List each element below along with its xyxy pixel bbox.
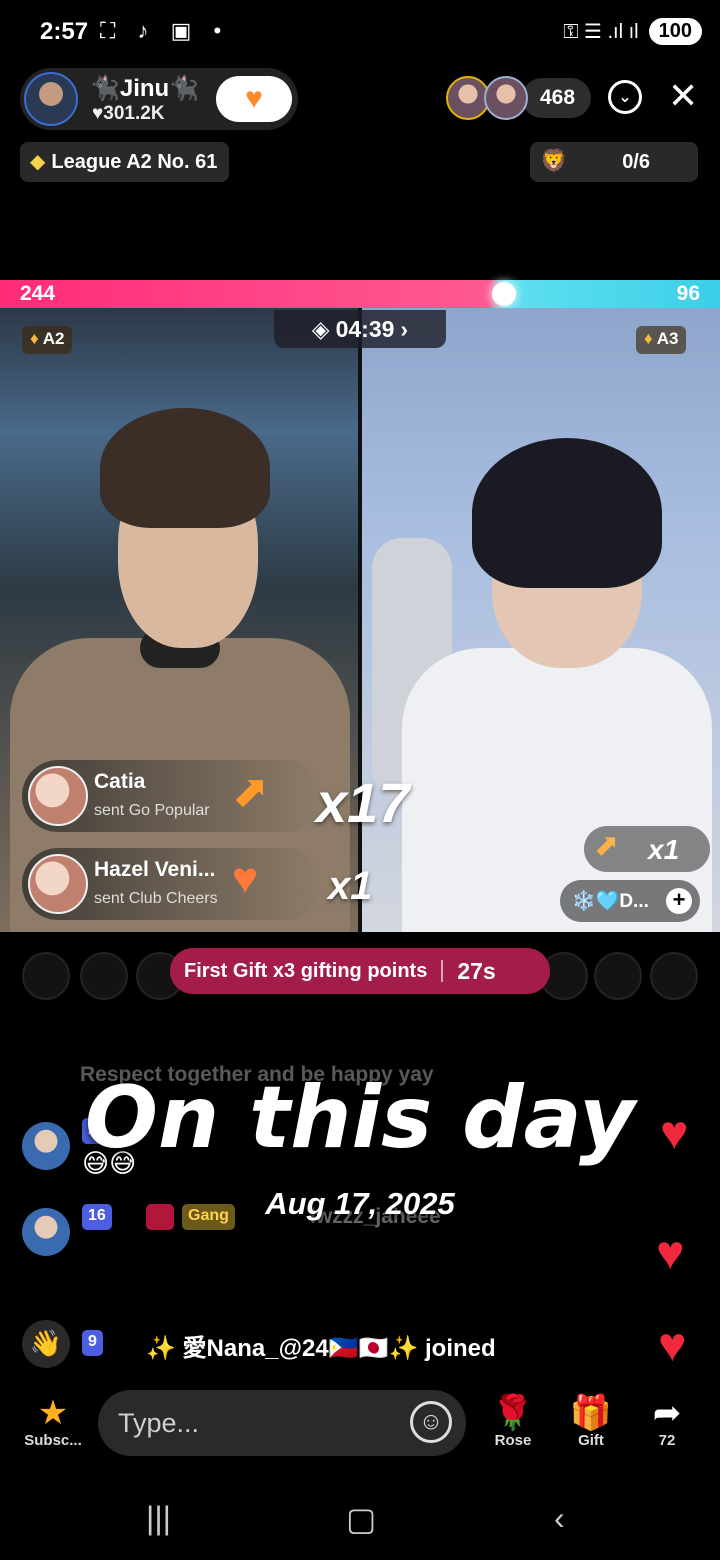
right-host-hair xyxy=(472,438,662,588)
goal-progress: 0/6 xyxy=(622,151,650,173)
gift-text: sent Club Cheers xyxy=(94,890,218,907)
chevron-down-icon[interactable]: ⌄ xyxy=(608,80,642,114)
score-divider-spark xyxy=(492,282,516,306)
gift-icon: 🎁 xyxy=(569,1394,613,1432)
contributor-avatar[interactable] xyxy=(80,952,128,1000)
right-team-pill[interactable]: ❄️🩵D... + xyxy=(560,880,700,922)
chevron-right-icon: › xyxy=(400,315,409,342)
bottom-toolbar: ★ Subsc... ☺ 🌹 Rose 🎁 Gift ➦ 72 xyxy=(0,1386,720,1466)
viewer-avatar[interactable] xyxy=(484,76,528,120)
memory-date: Aug 17, 2025 xyxy=(265,1186,455,1221)
banner-separator xyxy=(441,960,444,982)
status-notification-icons: ⛶ ♪ ▣ • xyxy=(100,18,230,43)
rank-gem-icon: ♦ xyxy=(30,329,39,348)
fan-club-button[interactable]: ♥ 19 xyxy=(216,76,292,122)
wave-icon: 👋 xyxy=(22,1320,70,1368)
left-score: 244 xyxy=(20,282,56,305)
contributor-avatar[interactable] xyxy=(650,952,698,1000)
battle-score-bar: 244 96 xyxy=(0,280,720,308)
host-info[interactable]: 🐈‍⬛Jinu🐈‍⬛ ♥301.2K ♥ 19 xyxy=(20,68,298,130)
diamond-icon: ◆ xyxy=(30,151,46,173)
memory-title: On this day xyxy=(84,1068,636,1168)
right-rank-badge: ♦ A3 xyxy=(636,326,687,354)
popular-arrow-icon: ⬈ xyxy=(232,767,269,816)
first-gift-banner[interactable]: First Gift x3 gifting points 27s xyxy=(170,948,550,994)
share-button[interactable]: ➦ 72 xyxy=(632,1394,702,1449)
pane-divider xyxy=(358,308,362,932)
battery-indicator: 100 xyxy=(648,18,702,45)
floating-heart-icon: ♥ xyxy=(656,1227,685,1280)
left-host-hair xyxy=(100,408,270,528)
popular-arrow-icon: ⬈ xyxy=(594,829,620,862)
home-icon[interactable]: ▢ xyxy=(346,1500,376,1538)
gift-multiplier: x17 xyxy=(316,771,410,834)
contributor-avatar[interactable] xyxy=(22,952,70,1000)
back-icon[interactable]: ‹ xyxy=(554,1500,565,1537)
status-bar: 2:57 ⛶ ♪ ▣ • ⚿ ☰ .ıl ıl 100 xyxy=(0,0,720,66)
diamond-icon: ◈ xyxy=(311,315,330,342)
gift-notification: Catia sent Go Popular ⬈ xyxy=(22,760,322,832)
host-likes: ♥301.2K xyxy=(92,103,165,124)
plus-icon[interactable]: + xyxy=(666,888,692,914)
system-nav-bar: ||| ▢ ‹ xyxy=(0,1490,720,1560)
host-name: 🐈‍⬛Jinu🐈‍⬛ xyxy=(90,75,200,102)
battle-timer[interactable]: ◈ 04:39 › xyxy=(274,310,446,348)
gifter-avatar xyxy=(28,854,88,914)
rank-gem-icon: ♦ xyxy=(644,329,653,348)
gift-button[interactable]: 🎁 Gift xyxy=(556,1394,626,1449)
recent-apps-icon[interactable]: ||| xyxy=(146,1500,171,1537)
host-avatar[interactable] xyxy=(24,72,78,126)
left-host-video[interactable] xyxy=(0,308,358,932)
status-time: 2:57 xyxy=(40,18,89,45)
joined-message: ✨ 愛Nana_@24🇵🇭🇯🇵✨ joined xyxy=(146,1335,496,1362)
level-badge: 9 xyxy=(82,1330,103,1356)
left-rank-badge: ♦ A2 xyxy=(22,326,73,354)
subscribe-button[interactable]: ★ Subsc... xyxy=(18,1394,88,1449)
viewer-count[interactable]: 468 xyxy=(522,78,592,118)
gift-text: sent Go Popular xyxy=(94,802,210,819)
emoji-icon[interactable]: ☺ xyxy=(410,1401,452,1443)
gift-notification: Hazel Veni... sent Club Cheers ♥ xyxy=(22,848,322,920)
rose-icon: 🌹 xyxy=(491,1394,535,1432)
signal-icons: ⚿ ☰ .ıl ıl xyxy=(563,21,639,43)
comment-input[interactable] xyxy=(118,1404,398,1442)
goal-pill[interactable]: 🦁 0/6 xyxy=(530,142,698,182)
club-cheers-icon: ♥ xyxy=(232,854,259,903)
lion-icon: 🦁 xyxy=(540,148,568,173)
share-icon: ➦ xyxy=(652,1394,682,1432)
fan-level: 19 xyxy=(258,98,272,112)
right-gift-pill: ⬈ x1 xyxy=(584,826,710,872)
league-badge[interactable]: ◆ League A2 No. 61 xyxy=(20,142,230,182)
heart-icon: ♥ xyxy=(92,103,104,124)
gifter-avatar xyxy=(28,766,88,826)
rose-button[interactable]: 🌹 Rose xyxy=(478,1394,548,1449)
star-icon: ★ xyxy=(37,1394,69,1432)
floating-heart-icon: ♥ xyxy=(658,1319,687,1372)
gifter-name: Hazel Veni... xyxy=(94,858,216,881)
close-icon[interactable]: ✕ xyxy=(668,76,698,116)
banner-countdown: 27s xyxy=(457,957,496,984)
gift-multiplier: x1 xyxy=(328,864,373,908)
right-score: 96 xyxy=(676,282,700,305)
comment-box[interactable]: ☺ xyxy=(98,1390,466,1456)
contributor-avatar[interactable] xyxy=(594,952,642,1000)
gifter-name: Catia xyxy=(94,770,146,793)
top-viewers[interactable]: 468 xyxy=(446,76,592,120)
status-right: ⚿ ☰ .ıl ıl 100 xyxy=(563,18,702,45)
